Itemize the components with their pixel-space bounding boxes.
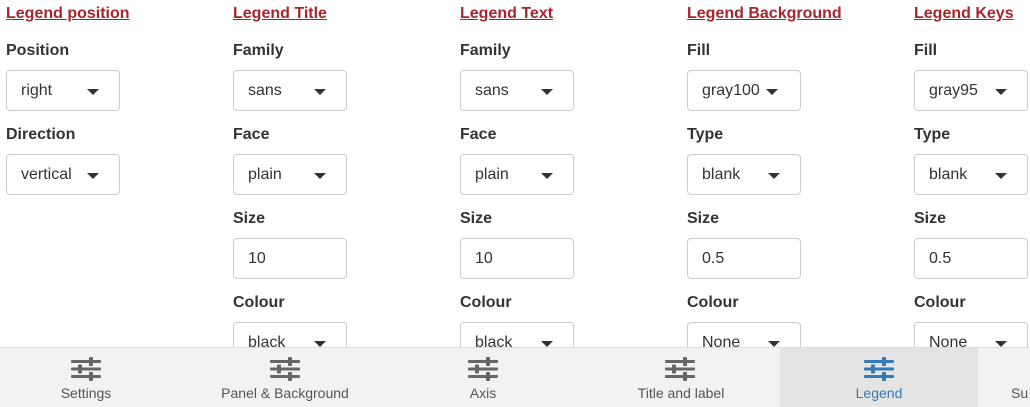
title-family-select[interactable]: sans [233, 70, 347, 111]
text-size-value: 10 [475, 250, 493, 267]
colour-label: Colour [460, 294, 512, 311]
sliders-icon [270, 357, 300, 381]
legend-position-title[interactable]: Legend position [6, 5, 130, 23]
fill-label: Fill [687, 42, 711, 59]
text-size-input[interactable]: 10 [460, 238, 574, 279]
caret-down-icon [766, 89, 778, 95]
text-family-select[interactable]: sans [460, 70, 574, 111]
caret-down-icon [87, 89, 99, 95]
tab-label: Su [1011, 385, 1029, 401]
tab-legend[interactable]: Legend [780, 348, 978, 407]
tab-partial[interactable]: Su [978, 348, 1030, 407]
sliders-icon [468, 357, 498, 381]
tab-label: Axis [469, 385, 497, 401]
tab-label: Legend [855, 385, 903, 401]
colour-label: Colour [914, 294, 966, 311]
fill-label: Fill [914, 42, 938, 59]
caret-down-icon [314, 89, 326, 95]
title-size-value: 10 [248, 250, 266, 267]
position-value: right [21, 82, 53, 99]
legend-title-title[interactable]: Legend Title [233, 5, 327, 23]
title-face-select[interactable]: plain [233, 154, 347, 195]
colour-label: Colour [687, 294, 739, 311]
direction-value: vertical [21, 166, 72, 183]
colour-label: Colour [233, 294, 285, 311]
face-label: Face [460, 126, 497, 143]
caret-down-icon [87, 173, 99, 179]
text-face-select[interactable]: plain [460, 154, 574, 195]
caret-down-icon [995, 173, 1007, 179]
tab-label: Title and label [637, 385, 725, 401]
title-family-value: sans [248, 82, 282, 99]
tab-axis[interactable]: Axis [398, 348, 568, 407]
face-label: Face [233, 126, 270, 143]
family-label: Family [460, 42, 511, 59]
title-face-value: plain [248, 166, 282, 183]
keys-size-value: 0.5 [929, 250, 952, 267]
tab-label: Panel & Background [221, 385, 349, 401]
family-label: Family [233, 42, 284, 59]
bg-type-value: blank [702, 166, 741, 183]
size-label: Size [914, 210, 947, 227]
text-face-value: plain [475, 166, 509, 183]
sliders-icon [71, 357, 101, 381]
size-label: Size [460, 210, 493, 227]
type-label: Type [914, 126, 951, 143]
position-label: Position [6, 42, 70, 59]
bg-size-value: 0.5 [702, 250, 725, 267]
direction-label: Direction [6, 126, 76, 143]
caret-down-icon [541, 89, 553, 95]
tab-label: Settings [60, 385, 112, 401]
keys-fill-select[interactable]: gray95 [914, 70, 1028, 111]
size-label: Size [687, 210, 720, 227]
caret-down-icon [768, 173, 780, 179]
text-family-value: sans [475, 82, 509, 99]
bg-size-input[interactable]: 0.5 [687, 238, 801, 279]
legend-keys-title[interactable]: Legend Keys [914, 5, 1014, 23]
sliders-icon [864, 357, 894, 381]
tab-settings[interactable]: Settings [0, 348, 172, 407]
bottom-tab-bar: Settings Panel & Background Axis Title a… [0, 347, 1030, 407]
legend-background-title[interactable]: Legend Background [687, 5, 842, 23]
direction-select[interactable]: vertical [6, 154, 120, 195]
keys-fill-value: gray95 [929, 82, 978, 99]
title-size-input[interactable]: 10 [233, 238, 347, 279]
tab-panel-background[interactable]: Panel & Background [172, 348, 398, 407]
tab-title-and-label[interactable]: Title and label [568, 348, 780, 407]
legend-text-title[interactable]: Legend Text [460, 5, 553, 23]
keys-size-input[interactable]: 0.5 [914, 238, 1028, 279]
caret-down-icon [541, 173, 553, 179]
bg-fill-select[interactable]: gray100 [687, 70, 801, 111]
caret-down-icon [314, 173, 326, 179]
sliders-icon [665, 357, 695, 381]
keys-type-value: blank [929, 166, 968, 183]
bg-fill-value: gray100 [702, 82, 760, 99]
size-label: Size [233, 210, 266, 227]
caret-down-icon [995, 89, 1007, 95]
position-select[interactable]: right [6, 70, 120, 111]
bg-type-select[interactable]: blank [687, 154, 801, 195]
type-label: Type [687, 126, 724, 143]
keys-type-select[interactable]: blank [914, 154, 1028, 195]
